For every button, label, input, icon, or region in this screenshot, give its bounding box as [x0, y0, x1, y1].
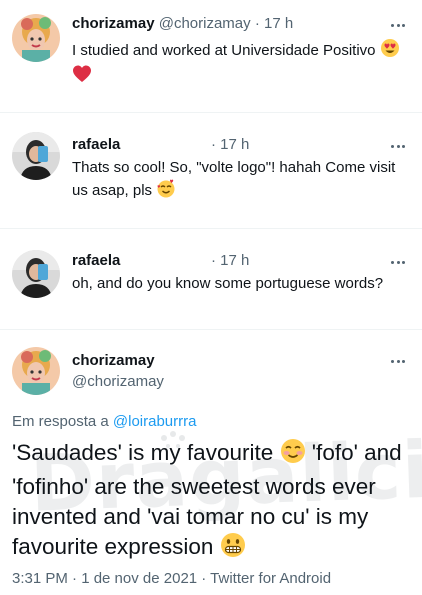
avatar-drag-queen-image: [12, 347, 60, 395]
handle[interactable]: @chorizamay: [72, 373, 164, 390]
tweet-text-content: Thats so cool! So, "volte logo"! hahah C…: [72, 159, 396, 199]
more-icon[interactable]: [389, 16, 407, 34]
blushing-emoji: [280, 438, 306, 472]
reply-to-link[interactable]: @loiraburrra: [113, 413, 197, 430]
tweet-timestamp[interactable]: 3:31 PM · 1 de nov de 2021 · Twitter for…: [12, 570, 331, 587]
grimacing-emoji: [220, 532, 246, 566]
display-name[interactable]: rafaela: [72, 252, 120, 269]
more-icon[interactable]: [389, 253, 407, 271]
timestamp[interactable]: · 17 h: [255, 15, 293, 32]
more-icon[interactable]: [389, 137, 407, 155]
main-tweet-text-part1: 'Saudades' is my favourite: [12, 440, 274, 465]
more-icon[interactable]: [389, 352, 407, 370]
smiling-hearts-emoji: [156, 178, 176, 204]
red-heart-emoji: [72, 64, 92, 90]
main-tweet-text: 'Saudades' is my favourite 'fofo' and 'f…: [12, 438, 417, 566]
reply-context: Em resposta a @loiraburrra: [12, 413, 196, 430]
display-name[interactable]: chorizamay @chorizamay · 17 h: [72, 15, 293, 32]
tweet-text-content: I studied and worked at Universidade Pos…: [72, 42, 376, 59]
tweet-text: oh, and do you know some portuguese word…: [72, 275, 384, 292]
tweet-text: Thats so cool! So, "volte logo"! hahah C…: [72, 158, 412, 204]
tweet-2[interactable]: rafaela · 17 h Thats so cool! So, "volte…: [0, 113, 422, 228]
avatar[interactable]: [12, 347, 60, 395]
avatar[interactable]: [12, 250, 60, 298]
avatar-mirror-selfie-image: [12, 250, 60, 298]
tweet-1[interactable]: chorizamay @chorizamay · 17 h I studied …: [0, 0, 422, 112]
avatar[interactable]: [12, 132, 60, 180]
handle[interactable]: @chorizamay: [159, 15, 251, 32]
avatar-mirror-selfie-image: [12, 132, 60, 180]
reply-prefix: Em resposta a: [12, 413, 109, 430]
display-name-text[interactable]: chorizamay: [72, 15, 155, 32]
timestamp[interactable]: · 17 h: [211, 136, 249, 153]
heart-eyes-emoji: [380, 38, 400, 64]
display-name[interactable]: chorizamay: [72, 352, 155, 369]
display-name[interactable]: rafaela: [72, 136, 120, 153]
avatar-drag-queen-image: [12, 14, 60, 62]
tweet-3[interactable]: rafaela · 17 h oh, and do you know some …: [0, 229, 422, 329]
divider: [0, 329, 422, 330]
timestamp[interactable]: · 17 h: [211, 252, 249, 269]
avatar[interactable]: [12, 14, 60, 62]
tweet-text: I studied and worked at Universidade Pos…: [72, 38, 412, 90]
